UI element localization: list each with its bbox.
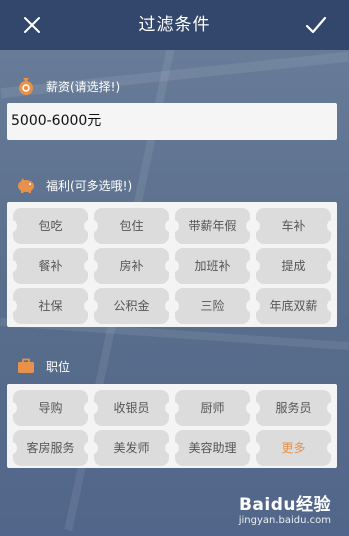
piggy-bank-icon: [18, 178, 34, 193]
top-bar: 过滤条件: [0, 0, 349, 50]
salary-value: 5000-6000元: [11, 113, 102, 129]
benefit-chip[interactable]: 三险: [175, 288, 250, 324]
page-title: 过滤条件: [138, 15, 211, 35]
briefcase-icon: [18, 358, 34, 373]
benefit-chip[interactable]: 社保: [13, 288, 88, 324]
benefit-chip[interactable]: 房补: [94, 248, 169, 284]
positions-label: 职位: [46, 359, 71, 374]
confirm-check-icon[interactable]: [305, 14, 327, 36]
money-bag-icon: [19, 78, 33, 95]
watermark-logo: Baidu经验: [238, 495, 331, 515]
position-chip[interactable]: 客房服务: [13, 430, 88, 466]
positions-header: 职位: [16, 355, 70, 377]
benefit-chip[interactable]: 餐补: [13, 248, 88, 284]
salary-select[interactable]: 5000-6000元: [7, 103, 337, 140]
benefit-chip[interactable]: 公积金: [94, 288, 169, 324]
benefit-chip[interactable]: 包吃: [13, 208, 88, 244]
baidu-watermark: Baidu经验 jingyan.baidu.com: [239, 490, 331, 526]
benefit-chip[interactable]: 提成: [256, 248, 331, 284]
positions-grid: 导购 收银员 厨师 服务员客房服务 美发师 美容助理 更多: [13, 390, 331, 466]
benefit-chip[interactable]: 包住: [94, 208, 169, 244]
position-chip[interactable]: 服务员: [256, 390, 331, 426]
benefit-chip[interactable]: 年底双薪: [256, 288, 331, 324]
benefits-label: 福利(可多选哦!): [46, 178, 133, 193]
position-chip[interactable]: 收银员: [94, 390, 169, 426]
benefit-chip[interactable]: 车补: [256, 208, 331, 244]
position-chip[interactable]: 美发师: [94, 430, 169, 466]
salary-label: 薪资(请选择!): [46, 79, 121, 94]
benefits-grid: 包吃 包住 带薪年假 车补餐补 房补 加班补 提成社保 公积金 三险 年底双薪: [13, 208, 331, 324]
position-chip[interactable]: 厨师: [175, 390, 250, 426]
position-chip[interactable]: 美容助理: [175, 430, 250, 466]
benefits-panel: 包吃 包住 带薪年假 车补餐补 房补 加班补 提成社保 公积金 三险 年底双薪: [7, 202, 337, 327]
benefit-chip[interactable]: 加班补: [175, 248, 250, 284]
benefit-chip[interactable]: 带薪年假: [175, 208, 250, 244]
positions-panel: 导购 收银员 厨师 服务员客房服务 美发师 美容助理 更多: [7, 384, 337, 468]
more-positions-button[interactable]: 更多: [256, 430, 331, 466]
position-chip[interactable]: 导购: [13, 390, 88, 426]
watermark-url: jingyan.baidu.com: [238, 515, 331, 526]
benefits-header: 福利(可多选哦!): [16, 174, 132, 196]
salary-header: 薪资(请选择!): [16, 75, 120, 97]
